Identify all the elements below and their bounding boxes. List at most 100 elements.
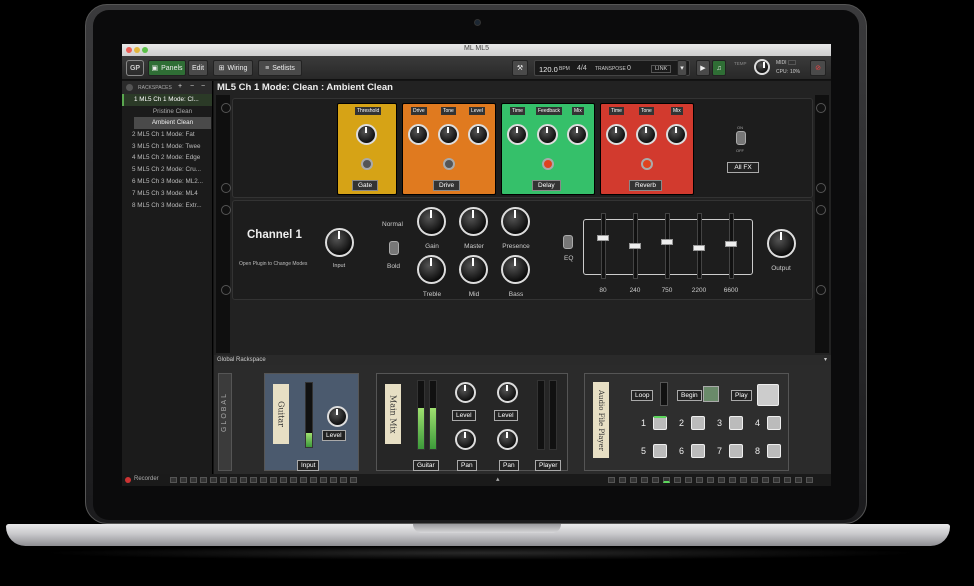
variation-shortcut-button[interactable] — [784, 477, 791, 483]
rackspace-shortcut-button[interactable] — [310, 477, 317, 483]
rackspace-shortcut-button[interactable] — [290, 477, 297, 483]
eq-fader-cap[interactable] — [693, 245, 705, 251]
chevron-down-icon[interactable]: ▾ — [824, 355, 827, 365]
variation-shortcut-button[interactable] — [718, 477, 725, 483]
sidebar-item-rackspace-3[interactable]: 3 ML5 Ch 1 Mode: Twee — [122, 141, 212, 153]
rackspace-shortcut-button[interactable] — [170, 477, 177, 483]
player-pad-8[interactable] — [767, 444, 781, 458]
rackspace-shortcut-button[interactable] — [320, 477, 327, 483]
tempo-value[interactable]: 120.0 — [539, 65, 558, 74]
play-button[interactable]: ▶ — [696, 60, 710, 76]
settings-icon[interactable] — [126, 84, 133, 91]
variation-ambient-clean[interactable]: Ambient Clean — [134, 117, 211, 129]
player-pad-2[interactable] — [691, 416, 705, 430]
variation-shortcut-button[interactable] — [652, 477, 659, 483]
sidebar-item-rackspace-1[interactable]: 1 ML5 Ch 1 Mode: Cl... — [122, 94, 212, 106]
reverb-footswitch[interactable]: Reverb — [629, 180, 662, 191]
threshold-knob[interactable] — [356, 124, 377, 145]
variation-shortcut-button[interactable] — [762, 477, 769, 483]
chevron-down-icon[interactable]: ▾ — [677, 60, 687, 76]
variation-pristine-clean[interactable]: Pristine Clean — [134, 106, 211, 118]
remove-rackspace-button[interactable]: − — [190, 83, 194, 90]
player-pad-7[interactable] — [729, 444, 743, 458]
rackspace-shortcut-button[interactable] — [200, 477, 207, 483]
eq-fader-750[interactable] — [665, 213, 670, 279]
rackspace-shortcut-button[interactable] — [190, 477, 197, 483]
sidebar-item-rackspace-2[interactable]: 2 ML5 Ch 1 Mode: Fat — [122, 129, 212, 141]
drive-knob[interactable] — [408, 124, 429, 145]
player-pad-1[interactable] — [653, 416, 667, 430]
rackspace-shortcut-button[interactable] — [220, 477, 227, 483]
output-knob[interactable] — [767, 229, 796, 258]
mix-pan-knob-2[interactable] — [497, 429, 518, 450]
begin-pad[interactable] — [703, 386, 719, 402]
variation-shortcut-button[interactable] — [619, 477, 626, 483]
feedback-knob[interactable] — [537, 124, 558, 145]
input-knob[interactable] — [325, 228, 354, 257]
begin-button[interactable]: Begin — [677, 390, 702, 401]
recorder-label[interactable]: Recorder — [134, 476, 159, 482]
eq-fader-cap[interactable] — [725, 241, 737, 247]
variation-shortcut-button[interactable] — [696, 477, 703, 483]
guitar-level-knob[interactable] — [327, 406, 348, 427]
sidebar-item-rackspace-4[interactable]: 4 ML5 Ch 2 Mode: Edge — [122, 152, 212, 164]
delay-footswitch[interactable]: Delay — [532, 180, 561, 191]
play-file-button[interactable]: Play — [731, 390, 752, 401]
loop-switch[interactable] — [660, 382, 668, 406]
sidebar-item-rackspace-6[interactable]: 6 ML5 Ch 3 Mode: ML2... — [122, 176, 212, 188]
volume-knob[interactable] — [754, 59, 770, 75]
tone-knob[interactable] — [438, 124, 459, 145]
eq-fader-cap[interactable] — [629, 243, 641, 249]
player-pad-3[interactable] — [729, 416, 743, 430]
edit-button[interactable]: Edit — [188, 60, 208, 76]
all-fx-toggle[interactable] — [736, 131, 746, 145]
variation-shortcut-button[interactable] — [630, 477, 637, 483]
delay-mix-knob[interactable] — [567, 124, 588, 145]
sidebar-item-rackspace-5[interactable]: 5 ML5 Ch 2 Mode: Cru... — [122, 164, 212, 176]
master-knob[interactable] — [459, 207, 488, 236]
metronome-button[interactable]: ♫ — [712, 60, 726, 76]
variation-shortcut-button[interactable] — [685, 477, 692, 483]
variation-shortcut-button[interactable] — [806, 477, 813, 483]
mid-knob[interactable] — [459, 255, 488, 284]
presence-knob[interactable] — [501, 207, 530, 236]
link-button[interactable]: LINK — [651, 65, 672, 73]
variation-shortcut-button[interactable] — [773, 477, 780, 483]
variation-shortcut-button[interactable] — [663, 477, 670, 483]
wrench-icon[interactable]: ⚒ — [512, 60, 528, 76]
treble-knob[interactable] — [417, 255, 446, 284]
time-signature[interactable]: 4/4 — [577, 65, 587, 72]
variation-shortcut-button[interactable] — [751, 477, 758, 483]
gain-knob[interactable] — [417, 207, 446, 236]
reverb-time-knob[interactable] — [606, 124, 627, 145]
eq-fader-80[interactable] — [601, 213, 606, 279]
variation-shortcut-button[interactable] — [729, 477, 736, 483]
tempo-tap-label[interactable]: TEMP — [734, 61, 747, 66]
eq-fader-cap[interactable] — [597, 235, 609, 241]
transpose-value[interactable]: 0 — [627, 65, 631, 72]
rackspace-shortcut-button[interactable] — [350, 477, 357, 483]
rackspace-shortcut-button[interactable] — [210, 477, 217, 483]
rackspace-shortcut-button[interactable] — [230, 477, 237, 483]
variation-shortcut-button[interactable] — [674, 477, 681, 483]
gate-footswitch[interactable]: Gate — [352, 180, 379, 191]
drive-footswitch[interactable]: Drive — [433, 180, 461, 191]
rackspace-shortcut-button[interactable] — [270, 477, 277, 483]
variation-shortcut-button[interactable] — [641, 477, 648, 483]
mix-level-knob-2[interactable] — [497, 382, 518, 403]
rackspace-shortcut-button[interactable] — [330, 477, 337, 483]
rackspace-shortcut-button[interactable] — [280, 477, 287, 483]
player-pad-5[interactable] — [653, 444, 667, 458]
record-icon[interactable] — [125, 477, 131, 483]
variation-shortcut-button[interactable] — [608, 477, 615, 483]
reverb-mix-knob[interactable] — [666, 124, 687, 145]
rackspace-shortcut-button[interactable] — [240, 477, 247, 483]
play-pad[interactable] — [757, 384, 779, 406]
setlists-button[interactable]: ≡ Setlists — [258, 60, 302, 76]
variation-shortcut-button[interactable] — [795, 477, 802, 483]
wiring-button[interactable]: ⊞ Wiring — [213, 60, 253, 76]
delay-time-knob[interactable] — [507, 124, 528, 145]
panic-button[interactable]: ⊘ — [810, 60, 826, 76]
player-pad-4[interactable] — [767, 416, 781, 430]
sidebar-item-rackspace-8[interactable]: 8 ML5 Ch 3 Mode: Extr... — [122, 200, 212, 212]
